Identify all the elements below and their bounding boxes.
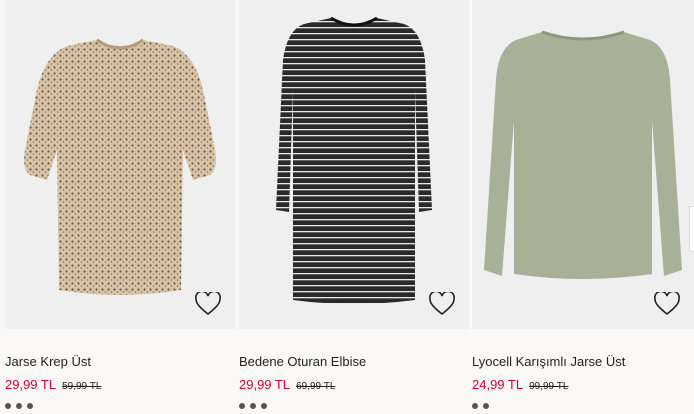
original-price: 59,99 TL xyxy=(62,381,102,392)
product-image[interactable] xyxy=(239,0,469,329)
product-title[interactable]: Bedene Oturan Elbise xyxy=(239,354,366,369)
color-swatches xyxy=(5,396,38,414)
product-card[interactable]: Jarse Krep Üst 29,99 TL 59,99 TL xyxy=(5,0,235,409)
sale-price: 29,99 TL xyxy=(5,377,57,392)
original-price: 99,99 TL xyxy=(529,381,569,392)
long-sleeve-top-image xyxy=(484,30,682,279)
color-swatch[interactable] xyxy=(27,403,33,409)
heart-outline-icon xyxy=(429,290,455,316)
color-swatch[interactable] xyxy=(250,403,256,409)
sale-price: 24,99 TL xyxy=(472,377,524,392)
product-title[interactable]: Jarse Krep Üst xyxy=(5,354,91,369)
price-group: 29,99 TL 69,99 TL xyxy=(239,376,335,394)
price-group: 29,99 TL 59,99 TL xyxy=(5,376,101,394)
price-group: 24,99 TL 99,99 TL xyxy=(472,376,568,394)
favorite-button[interactable] xyxy=(429,290,455,316)
product-image[interactable] xyxy=(5,0,235,329)
color-swatches xyxy=(239,396,272,414)
color-swatch[interactable] xyxy=(16,403,22,409)
heart-outline-icon xyxy=(654,290,680,316)
color-swatch[interactable] xyxy=(261,403,267,409)
blouse-image xyxy=(24,38,216,295)
color-swatch[interactable] xyxy=(5,403,11,409)
product-image[interactable] xyxy=(472,0,694,329)
color-swatch[interactable] xyxy=(472,403,478,409)
color-swatches xyxy=(472,396,494,414)
color-swatch[interactable] xyxy=(483,403,489,409)
carousel-edge-tab[interactable] xyxy=(689,206,694,252)
heart-outline-icon xyxy=(195,290,221,316)
favorite-button[interactable] xyxy=(195,290,221,316)
original-price: 69,99 TL xyxy=(296,381,336,392)
favorite-button[interactable] xyxy=(654,290,680,316)
dress-image xyxy=(276,16,432,304)
sale-price: 29,99 TL xyxy=(239,377,291,392)
product-card[interactable]: Bedene Oturan Elbise 29,99 TL 69,99 TL xyxy=(239,0,469,409)
color-swatch[interactable] xyxy=(239,403,245,409)
product-title[interactable]: Lyocell Karışımlı Jarse Üst xyxy=(472,354,625,369)
product-card[interactable]: Lyocell Karışımlı Jarse Üst 24,99 TL 99,9… xyxy=(472,0,694,409)
